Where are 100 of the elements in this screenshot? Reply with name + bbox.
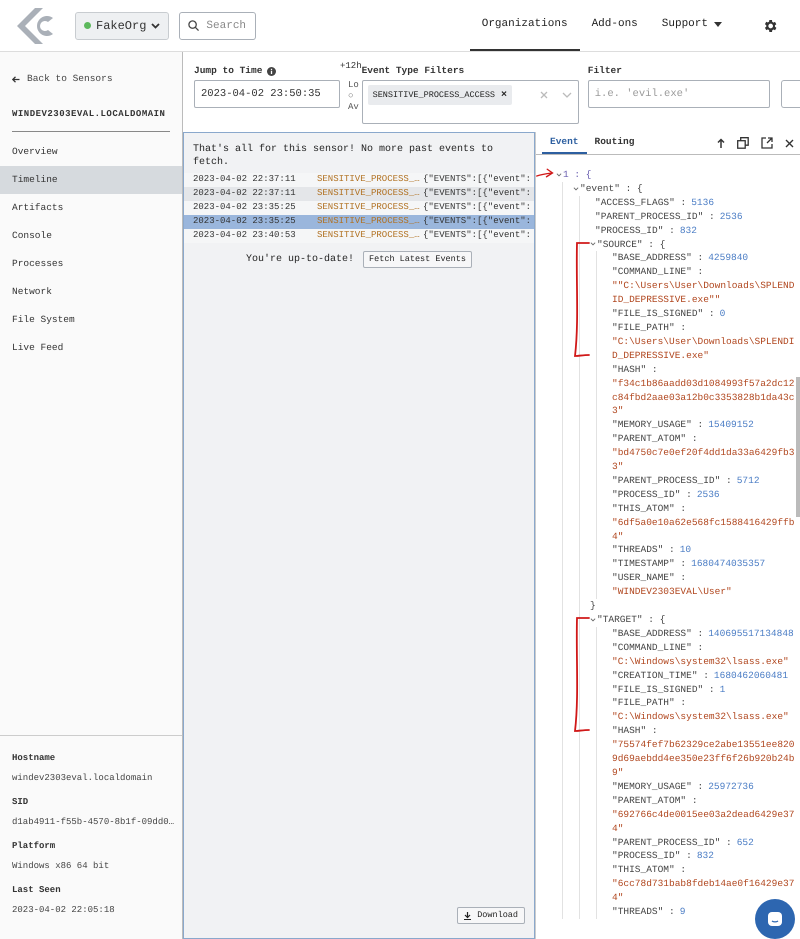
json-key: "CREATION_TIME" : bbox=[612, 668, 709, 683]
info-value: windev2303eval.localdomain bbox=[12, 772, 154, 784]
json-key: "TARGET" : { bbox=[597, 613, 666, 627]
json-value: "C:\Windows\system32\lsass.exe" bbox=[612, 710, 789, 724]
json-key: "event" : { bbox=[580, 182, 643, 196]
json-value: 1680474035357 bbox=[691, 557, 766, 572]
filter-input[interactable]: i.e. 'evil.exe' bbox=[588, 80, 770, 108]
search-icon bbox=[188, 20, 200, 30]
json-value: "C:\Users\User\Downloads\SPLENDID_DEPRESSIVE.exe" bbox=[612, 334, 796, 363]
json-key: "MEMORY_USAGE" : bbox=[612, 780, 704, 794]
sidebar-item[interactable]: Artifacts bbox=[0, 194, 182, 222]
json-key: "THIS_ATOM" : bbox=[612, 863, 686, 878]
timeline-row[interactable]: 2023-04-02 22:37:11 SENSITIVE_PROCESS_… {"EVENTS":[{"event": bbox=[184, 173, 534, 187]
tag-remove-button[interactable]: × bbox=[501, 88, 508, 102]
event-time: 2023-04-02 22:37:11 bbox=[193, 187, 297, 200]
timeline-row[interactable]: 2023-04-02 23:35:25 SENSITIVE_PROCESS_… {"EVENTS":[{"event": bbox=[184, 201, 534, 215]
json-value: 10 bbox=[680, 543, 692, 558]
json-value: "f34c1b86aadd03d1084993f57a2dc12c84fbd2aae03a12b0c3353828b1da43c3" bbox=[612, 376, 796, 418]
info-label: Hostname bbox=[12, 752, 56, 765]
time-input[interactable]: 2023-04-02 23:50:35 bbox=[194, 80, 340, 108]
json-value: "WINDEV2303EVAL\User" bbox=[612, 585, 732, 600]
fetch-latest-button[interactable]: Fetch Latest Events bbox=[363, 251, 472, 268]
json-key: "THREADS" : bbox=[612, 543, 675, 558]
offset-label[interactable]: +12h bbox=[340, 60, 362, 74]
close-icon[interactable] bbox=[785, 138, 794, 148]
sidebar-item[interactable]: Processes bbox=[0, 250, 182, 278]
event-time: 2023-04-02 23:35:25 bbox=[193, 215, 297, 228]
json-key: "PROCESS_ID" : bbox=[595, 224, 675, 238]
timeline-row[interactable]: 2023-04-02 23:35:25 SENSITIVE_PROCESS_… {"EVENTS":[{"event": bbox=[184, 215, 534, 229]
json-key: "TIMESTAMP" : bbox=[612, 557, 686, 572]
json-key: "PROCESS_ID" : bbox=[612, 488, 692, 502]
field-label: Jump to Time bbox=[194, 64, 262, 78]
json-value: 832 bbox=[696, 849, 714, 864]
panel-tab[interactable]: Routing bbox=[586, 132, 642, 154]
external-link-icon[interactable] bbox=[761, 137, 773, 149]
nav-link[interactable]: Add-ons bbox=[580, 0, 650, 51]
json-value: 0 bbox=[720, 307, 726, 321]
event-type: SENSITIVE_PROCESS_… bbox=[317, 229, 421, 242]
sensor-title: WINDEV2303EVAL.LOCALDOMAIN bbox=[12, 108, 170, 132]
sidebar-item[interactable]: Live Feed bbox=[0, 334, 182, 362]
arrow-up-icon[interactable] bbox=[717, 138, 725, 148]
json-key: "COMMAND_LINE" : bbox=[612, 640, 704, 655]
json-key: "PARENT_PROCESS_ID" : bbox=[595, 210, 715, 224]
settings-icon[interactable] bbox=[762, 18, 778, 34]
json-key: "ACCESS_FLAGS" : bbox=[595, 196, 686, 210]
event-type-select[interactable]: SENSITIVE_PROCESS_ACCESS × bbox=[362, 80, 579, 124]
timeline-row[interactable]: 2023-04-02 23:40:53 SENSITIVE_PROCESS_… {"EVENTS":[{"event": bbox=[184, 229, 534, 243]
chevron-down-icon[interactable] bbox=[590, 616, 596, 623]
nav-link[interactable]: Organizations bbox=[470, 0, 580, 51]
sidebar-item[interactable]: Timeline bbox=[0, 166, 182, 194]
json-value: "bd4750c7e0ef20f4dd1da33a6429fb33" bbox=[612, 446, 796, 474]
json-key: "USER_NAME" : bbox=[612, 571, 686, 586]
event-time: 2023-04-02 23:40:53 bbox=[193, 229, 297, 242]
json-value: ""C:\Users\User\Downloads\SPLENDID_DEPRESSIVE.exe"" bbox=[612, 279, 796, 308]
json-key: "FILE_PATH" : bbox=[612, 696, 686, 710]
arrow-left-icon bbox=[12, 76, 20, 83]
panel-tab[interactable]: Event bbox=[542, 132, 587, 154]
event-preview: {"EVENTS":[{"event": bbox=[423, 229, 532, 242]
json-value: 9 bbox=[680, 905, 686, 919]
nav-link[interactable]: Support bbox=[650, 0, 734, 51]
event-type: SENSITIVE_PROCESS_… bbox=[317, 201, 421, 214]
back-link[interactable]: Back to Sensors bbox=[12, 72, 113, 86]
chat-icon bbox=[767, 911, 783, 927]
copy-icon[interactable] bbox=[737, 137, 749, 149]
json-value: 5712 bbox=[736, 474, 760, 488]
json-key: "PARENT_PROCESS_ID" : bbox=[612, 474, 732, 488]
json-key: "FILE_PATH" : bbox=[612, 320, 686, 335]
timeline-row[interactable]: 2023-04-02 22:37:11 SENSITIVE_PROCESS_… {"EVENTS":[{"event": bbox=[184, 187, 534, 201]
info-message: That's all for this sensor! No more past events to fetch. bbox=[192, 143, 494, 169]
download-button[interactable]: Download bbox=[457, 907, 525, 924]
sidebar-item[interactable]: Overview bbox=[0, 138, 182, 166]
chevron-down-icon[interactable] bbox=[556, 172, 562, 178]
json-value: "692766c4de0015ee03a2dead6429e374" bbox=[612, 808, 796, 836]
json-value: 5136 bbox=[691, 196, 714, 210]
search-field[interactable]: Search bbox=[179, 12, 256, 40]
sidebar-item[interactable]: Network bbox=[0, 278, 182, 306]
option-label: Lo bbox=[348, 80, 360, 90]
info-icon[interactable] bbox=[267, 66, 276, 76]
sidebar-item[interactable]: File System bbox=[0, 306, 182, 334]
json-value: "6df5a0e10a62e568fc1588416429ffb4" bbox=[612, 516, 796, 544]
chevron-down-icon[interactable] bbox=[573, 186, 579, 192]
download-icon bbox=[464, 912, 472, 920]
chevron-down-icon bbox=[151, 22, 160, 28]
event-preview: {"EVENTS":[{"event": bbox=[423, 187, 532, 200]
event-preview: {"EVENTS":[{"event": bbox=[423, 173, 532, 186]
json-value: 832 bbox=[680, 224, 697, 238]
json-key: "BASE_ADDRESS" : bbox=[612, 251, 704, 266]
json-value: 2536 bbox=[720, 210, 743, 224]
info-label: SID bbox=[12, 796, 30, 809]
json-key: "FILE_IS_SIGNED" : bbox=[612, 307, 715, 321]
scrollbar[interactable] bbox=[796, 377, 800, 517]
field-label: Filter bbox=[588, 64, 623, 78]
info-label: Last Seen bbox=[12, 884, 62, 897]
event-time: 2023-04-02 23:35:25 bbox=[193, 201, 297, 214]
event-preview: {"EVENTS":[{"event": bbox=[423, 201, 532, 214]
sidebar-item[interactable]: Console bbox=[0, 222, 182, 250]
chat-button[interactable] bbox=[755, 899, 795, 939]
chevron-down-icon[interactable] bbox=[590, 241, 596, 248]
event-type: SENSITIVE_PROCESS_… bbox=[317, 173, 421, 186]
organization-dropdown[interactable]: FakeOrg bbox=[75, 12, 170, 40]
